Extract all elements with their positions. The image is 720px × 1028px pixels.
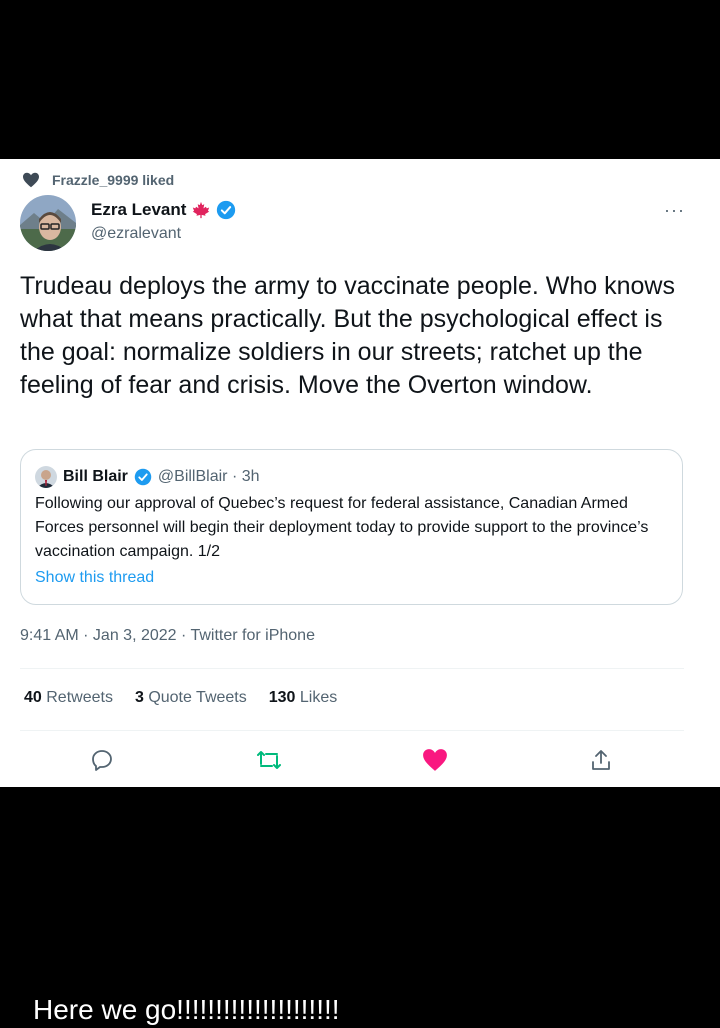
liked-by-text: Frazzle_9999 liked: [52, 172, 175, 188]
quoted-author-handle[interactable]: @BillBlair · 3h: [158, 468, 260, 486]
retweet-icon: [257, 751, 281, 769]
quoted-author-name[interactable]: Bill Blair: [63, 468, 128, 486]
quote-tweets-count: 3: [134, 689, 144, 706]
reply-button[interactable]: [82, 740, 122, 780]
verified-badge-icon: [134, 468, 152, 486]
reply-icon: [92, 750, 112, 771]
likes-stat[interactable]: 130 Likes: [269, 689, 338, 707]
like-button[interactable]: [415, 740, 455, 780]
tweet-timestamp[interactable]: 9:41 AM · Jan 3, 2022 · Twitter for iPho…: [20, 627, 315, 645]
retweets-stat[interactable]: 40 Retweets: [24, 689, 113, 707]
retweets-count: 40: [24, 689, 42, 706]
avatar[interactable]: [20, 195, 76, 251]
quoted-tweet[interactable]: Bill Blair @BillBlair · 3h Following our…: [20, 449, 683, 605]
heart-filled-icon: [423, 749, 447, 771]
quote-tweets-label: Quote Tweets: [148, 689, 247, 706]
heart-icon: [23, 172, 39, 188]
caption-text: Here we go!!!!!!!!!!!!!!!!!!!!!: [33, 994, 340, 1025]
maple-leaf-icon: [193, 201, 210, 219]
likes-label: Likes: [299, 689, 338, 706]
verified-badge-icon: [217, 200, 236, 220]
likes-count: 130: [268, 689, 296, 706]
quoted-header: Bill Blair @BillBlair · 3h: [35, 466, 260, 488]
author-name-row[interactable]: Ezra Levant: [91, 200, 236, 220]
share-button[interactable]: [581, 740, 621, 780]
engagement-stats: 40 Retweets 3 Quote Tweets 130 Likes: [24, 689, 337, 707]
author-name[interactable]: Ezra Levant: [91, 200, 186, 220]
retweets-label: Retweets: [46, 689, 113, 706]
quoted-avatar[interactable]: [35, 466, 57, 488]
retweet-button[interactable]: [249, 740, 289, 780]
quoted-text: Following our approval of Quebec’s reque…: [35, 495, 649, 560]
show-thread-link[interactable]: Show this thread: [35, 569, 154, 587]
more-options-icon[interactable]: ···: [664, 200, 685, 221]
share-icon: [592, 750, 610, 770]
author-handle[interactable]: @ezralevant: [91, 225, 181, 243]
quote-tweets-stat[interactable]: 3 Quote Tweets: [135, 689, 247, 707]
tweet-text: Trudeau deploys the army to vaccinate pe…: [20, 272, 675, 399]
divider: [20, 668, 684, 669]
action-bar: [0, 740, 720, 780]
liked-by-row: Frazzle_9999 liked: [22, 172, 174, 188]
divider: [20, 730, 684, 731]
